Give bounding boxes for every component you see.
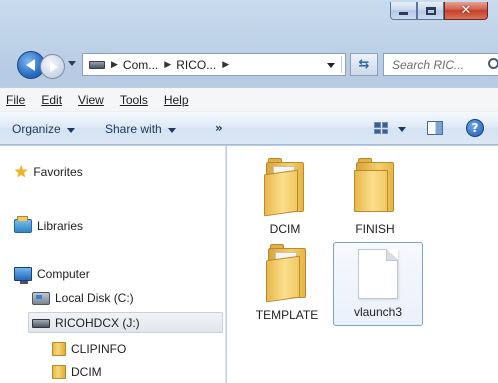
folder-icon bbox=[352, 158, 398, 216]
star-icon: ★ bbox=[14, 162, 29, 181]
nav-dcim[interactable]: DCIM bbox=[52, 365, 102, 379]
hard-disk-icon bbox=[32, 291, 50, 305]
nav-computer[interactable]: Computer bbox=[14, 267, 90, 284]
change-view-button[interactable] bbox=[374, 122, 406, 134]
computer-icon bbox=[14, 267, 32, 284]
file-list-pane: DCIM FINISH TEMPLATE vlaunch3 bbox=[227, 146, 498, 383]
address-dropdown-icon[interactable] bbox=[327, 63, 335, 68]
help-icon: ? bbox=[466, 119, 484, 137]
more-commands-button[interactable]: » bbox=[215, 121, 223, 135]
maximize-button[interactable] bbox=[417, 2, 444, 20]
chevron-down-icon bbox=[398, 126, 406, 132]
menu-view[interactable]: View bbox=[78, 93, 104, 107]
menu-bar: File Edit View Tools Help bbox=[0, 87, 498, 111]
close-button[interactable]: ✕ bbox=[444, 2, 488, 20]
folder-icon bbox=[264, 244, 310, 303]
navigation-bar: ▶ Com... ▶ RICO... ▶ ⇆ bbox=[0, 46, 498, 80]
minimize-icon bbox=[399, 12, 408, 15]
chevron-right-icon[interactable]: ▶ bbox=[222, 60, 229, 70]
folder-icon bbox=[52, 342, 66, 356]
caption-buttons: ✕ bbox=[390, 2, 488, 20]
breadcrumb-ricoh[interactable]: RICO... bbox=[176, 58, 216, 72]
address-divider bbox=[341, 56, 342, 73]
drive-icon bbox=[32, 318, 50, 328]
library-icon bbox=[14, 216, 32, 233]
drive-icon bbox=[89, 60, 105, 69]
search-input[interactable] bbox=[392, 57, 478, 72]
minimize-button[interactable] bbox=[390, 2, 417, 20]
breadcrumb-computer[interactable]: Com... bbox=[123, 58, 158, 72]
help-button[interactable]: ? bbox=[466, 119, 484, 137]
menu-help[interactable]: Help bbox=[164, 93, 189, 107]
menu-edit[interactable]: Edit bbox=[41, 93, 62, 107]
file-item-vlaunch3[interactable]: vlaunch3 bbox=[333, 242, 423, 326]
address-bar[interactable]: ▶ Com... ▶ RICO... ▶ bbox=[82, 53, 346, 76]
chevron-right-icon[interactable]: ▶ bbox=[164, 60, 171, 70]
forward-button[interactable] bbox=[40, 54, 65, 79]
search-box[interactable] bbox=[383, 53, 498, 76]
menu-file[interactable]: File bbox=[6, 93, 25, 107]
forward-arrow-icon bbox=[49, 61, 58, 72]
refresh-button[interactable]: ⇆ bbox=[350, 53, 378, 76]
file-item-finish[interactable]: FINISH bbox=[343, 158, 407, 236]
maximize-icon bbox=[425, 6, 436, 15]
nav-favorites[interactable]: ★ Favorites bbox=[14, 164, 83, 180]
share-with-button[interactable]: Share with bbox=[105, 122, 176, 136]
file-icon bbox=[358, 249, 398, 299]
chevron-down-icon bbox=[167, 127, 176, 133]
menu-tools[interactable]: Tools bbox=[120, 93, 148, 107]
file-item-template[interactable]: TEMPLATE bbox=[247, 244, 327, 322]
folder-icon bbox=[52, 365, 66, 379]
preview-pane-button[interactable] bbox=[427, 121, 443, 135]
folder-icon bbox=[262, 158, 308, 217]
chevron-down-icon bbox=[66, 127, 75, 133]
nav-ricoh-drive[interactable]: RICOHDCX (J:) bbox=[32, 316, 140, 330]
nav-local-disk[interactable]: Local Disk (C:) bbox=[32, 291, 134, 305]
organize-button[interactable]: Organize bbox=[12, 122, 75, 136]
back-arrow-icon bbox=[25, 59, 35, 71]
refresh-icon: ⇆ bbox=[358, 57, 370, 72]
nav-libraries[interactable]: Libraries bbox=[14, 216, 83, 233]
search-icon[interactable] bbox=[488, 58, 498, 69]
recent-pages-dropdown[interactable] bbox=[68, 61, 76, 66]
navigation-pane: ★ Favorites Libraries Computer Local Dis… bbox=[0, 146, 226, 383]
command-bar: Organize Share with » ? bbox=[0, 111, 498, 145]
file-item-dcim[interactable]: DCIM bbox=[255, 158, 315, 236]
preview-pane-icon bbox=[427, 121, 443, 135]
chevron-right-icon[interactable]: ▶ bbox=[111, 60, 118, 70]
views-icon bbox=[374, 122, 388, 134]
nav-clipinfo[interactable]: CLIPINFO bbox=[52, 342, 126, 356]
close-icon: ✕ bbox=[460, 3, 472, 18]
